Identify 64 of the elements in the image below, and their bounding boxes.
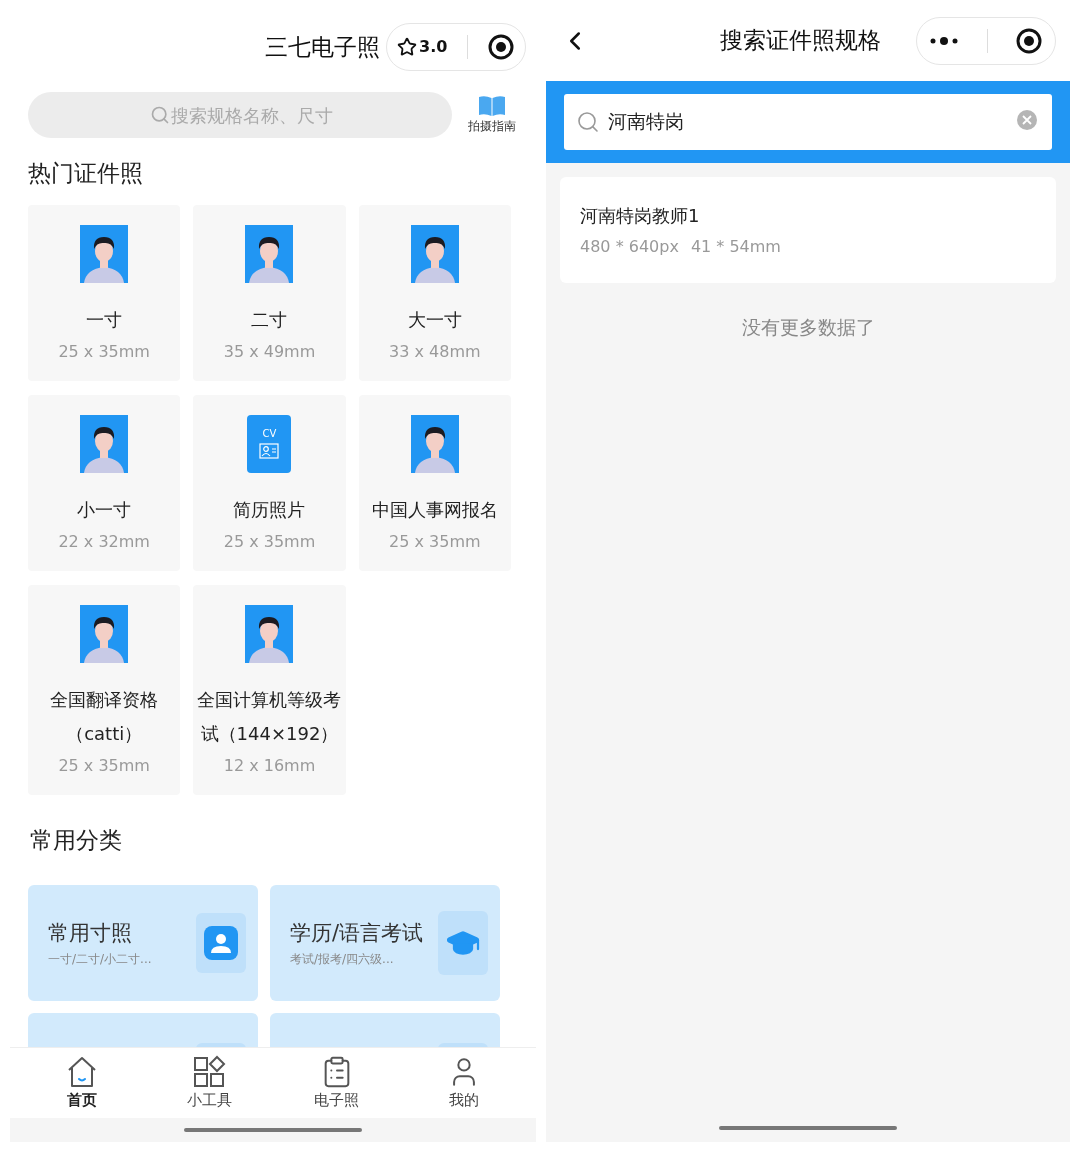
category-card[interactable]: 学历/语言考试 考试/报考/四六级...: [270, 885, 500, 1001]
section-heading: 常用分类: [29, 825, 123, 855]
spec-name: 全国计算机等级考试（144×192）: [196, 687, 343, 746]
id-photo-icon: [410, 414, 459, 473]
spec-size: 35 x 49mm: [223, 340, 316, 363]
category-title: 常用寸照: [48, 920, 133, 948]
search-field[interactable]: 河南特岗: [564, 94, 1052, 150]
spec-size: 25 x 35mm: [58, 754, 150, 777]
spec-size: 12 x 16mm: [223, 754, 316, 777]
category-card[interactable]: 常用寸照 一寸/二寸/小二寸...: [28, 885, 258, 1001]
spec-name: 简历照片: [232, 497, 307, 522]
tab[interactable]: 电子照: [286, 1054, 387, 1112]
spec-size: 25 x 35mm: [58, 340, 150, 363]
search-icon: [576, 110, 600, 134]
spec-size: 33 x 48mm: [389, 340, 481, 363]
result-pixels: 480 * 640px: [580, 235, 679, 258]
spec-card[interactable]: CV 简历照片 25 x 35mm: [193, 394, 346, 571]
spec-card[interactable]: 一寸 25 x 35mm: [28, 204, 181, 381]
section-heading: 热门证件照: [27, 159, 144, 188]
category-subtitle: 考试/报考/四六级...: [290, 950, 395, 968]
category-subtitle: 一寸/二寸/小二寸...: [48, 950, 152, 968]
spec-name: 中国人事网报名: [370, 497, 499, 522]
end-note: 没有更多数据了: [741, 315, 875, 340]
spec-size: 22 x 32mm: [58, 530, 150, 553]
id-photo-icon: [80, 414, 129, 473]
person-icon: [204, 926, 238, 960]
guide-button[interactable]: 拍摄指南: [466, 95, 518, 135]
target-icon[interactable]: [1015, 26, 1043, 55]
target-icon[interactable]: [487, 33, 515, 61]
spec-name: 全国翻译资格（catti）: [49, 687, 160, 746]
id-photo-icon: [410, 224, 459, 283]
page-title: 搜索证件照规格: [720, 26, 881, 56]
category-title: 学历/语言考试: [290, 920, 424, 948]
spec-name: 二寸: [250, 307, 289, 332]
tab[interactable]: 我的: [414, 1054, 515, 1112]
tab[interactable]: 小工具: [159, 1054, 260, 1112]
spec-size: 25 x 35mm: [223, 530, 316, 553]
app-title: 三七电子照: [265, 32, 380, 62]
more-icon[interactable]: [929, 35, 959, 46]
rating-button[interactable]: 3.0: [397, 35, 448, 59]
result-size: 41 * 54mm: [690, 235, 781, 258]
spec-size: 25 x 35mm: [389, 530, 481, 553]
tab[interactable]: 首页: [31, 1054, 132, 1112]
spec-name: 小一寸: [76, 497, 133, 522]
star-icon: [397, 37, 417, 57]
spec-card[interactable]: 中国人事网报名 25 x 35mm: [358, 394, 511, 571]
id-photo-icon: [245, 224, 294, 283]
book-icon: [478, 95, 506, 117]
spec-card[interactable]: 全国计算机等级考试（144×192） 12 x 16mm: [193, 584, 346, 795]
spec-card[interactable]: 全国翻译资格（catti） 25 x 35mm: [28, 584, 181, 795]
id-photo-icon: [245, 604, 294, 663]
resume-icon: CV: [247, 414, 292, 473]
spec-card[interactable]: 二寸 35 x 49mm: [193, 204, 346, 381]
spec-card[interactable]: 小一寸 22 x 32mm: [28, 394, 181, 571]
search-icon: [150, 105, 170, 125]
spec-card[interactable]: 大一寸 33 x 48mm: [358, 204, 511, 381]
spec-name: 一寸: [85, 307, 124, 332]
search-field[interactable]: 搜索规格名称、尺寸: [28, 92, 452, 138]
tools-icon: [192, 1054, 227, 1089]
spec-name: 大一寸: [406, 307, 463, 332]
result-name: 河南特岗教师1: [580, 203, 701, 228]
id-photo-icon: [80, 224, 129, 283]
result-card[interactable]: 河南特岗教师1 480 * 640px 41 * 54mm: [560, 177, 1056, 283]
id-photo-icon: [80, 604, 129, 663]
